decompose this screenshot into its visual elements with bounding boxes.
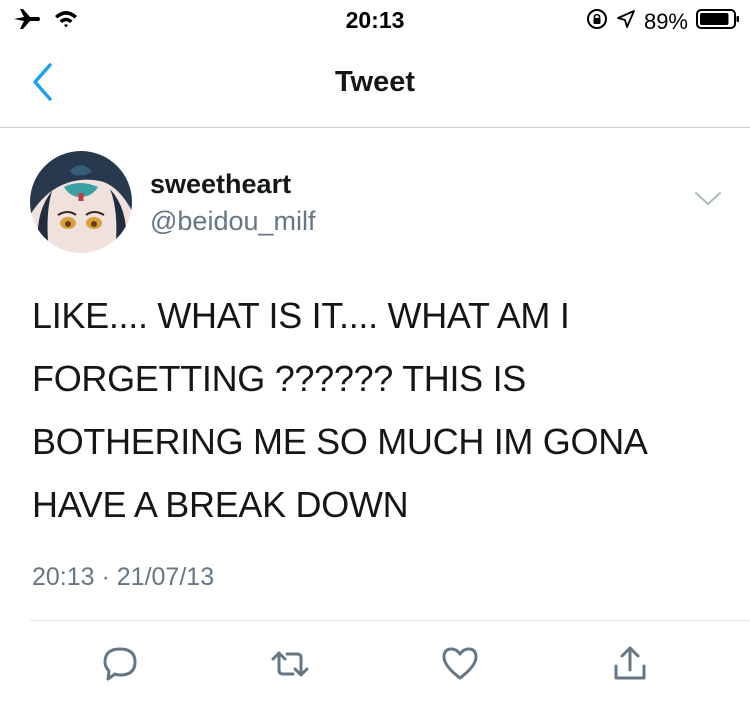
retweet-button[interactable] — [266, 642, 314, 690]
nav-bar: Tweet — [0, 40, 750, 128]
share-button[interactable] — [606, 642, 654, 690]
tweet-options-button[interactable] — [690, 186, 726, 216]
share-icon — [610, 644, 650, 689]
divider — [30, 620, 750, 621]
retweet-icon — [269, 644, 311, 689]
author-name[interactable]: sweetheart — [150, 169, 291, 200]
battery-icon — [696, 8, 740, 35]
orientation-lock-icon — [586, 8, 608, 35]
page-title: Tweet — [334, 66, 416, 98]
tweet-text-line: LIKE.... WHAT IS IT.... WHAT AM I — [32, 295, 570, 336]
tweet-actions — [0, 642, 750, 692]
tweet-text-line: BOTHERING ME SO MUCH IM GONA — [32, 421, 648, 462]
heart-icon — [440, 644, 480, 689]
tweet-text-line: FORGETTING ?????? THIS IS — [32, 358, 526, 399]
tweet-text-line: HAVE A BREAK DOWN — [32, 484, 409, 525]
avatar[interactable] — [30, 151, 132, 253]
reply-icon — [100, 644, 140, 689]
author-handle[interactable]: @beidou_milf — [150, 206, 316, 237]
like-button[interactable] — [436, 642, 484, 690]
battery-percent: 89% — [643, 8, 688, 34]
status-bar-right: 89% — [586, 8, 740, 35]
tweet-text: LIKE.... WHAT IS IT.... WHAT AM I FORGET… — [32, 284, 732, 536]
tweet-timestamp: 20:13 · 21/07/13 — [32, 563, 215, 591]
reply-button[interactable] — [96, 642, 144, 690]
chevron-down-icon — [694, 191, 722, 212]
status-bar: 20:13 89% — [0, 0, 750, 40]
location-icon — [616, 9, 636, 34]
